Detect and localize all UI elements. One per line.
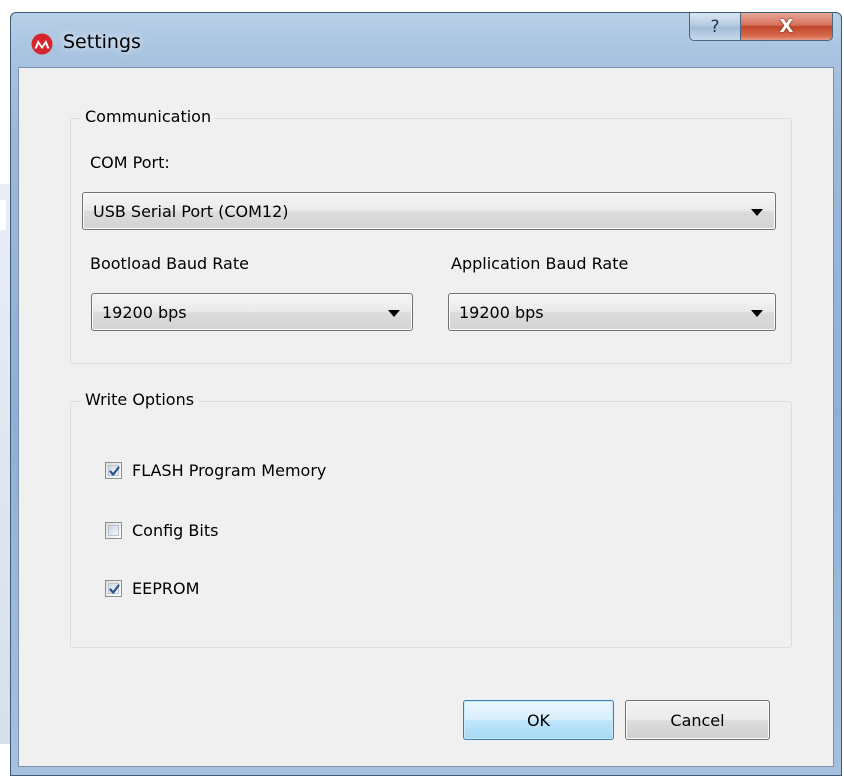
cancel-button[interactable]: Cancel <box>625 700 770 740</box>
eeprom-checkbox[interactable]: EEPROM <box>105 576 199 600</box>
config-bits-checkbox[interactable]: Config Bits <box>105 518 218 542</box>
help-button[interactable]: ? <box>689 13 741 41</box>
background-window-edge <box>0 184 10 744</box>
dialog-client-area: Communication COM Port: USB Serial Port … <box>18 67 834 767</box>
settings-dialog: Settings ? X Communication COM Port: USB… <box>10 12 842 776</box>
bootload-baud-label: Bootload Baud Rate <box>90 254 249 273</box>
com-port-label: COM Port: <box>90 153 170 172</box>
title-bar[interactable]: Settings ? X <box>11 13 841 67</box>
chevron-down-icon <box>751 310 763 317</box>
checkbox-checked-icon <box>105 579 122 597</box>
eeprom-label: EEPROM <box>132 578 200 598</box>
communication-group-label: Communication <box>81 107 216 126</box>
chevron-down-icon <box>388 310 400 317</box>
desktop-background <box>0 0 10 778</box>
bootload-baud-value: 19200 bps <box>102 303 187 322</box>
com-port-select[interactable]: USB Serial Port (COM12) <box>82 192 776 230</box>
checkbox-unchecked-icon <box>105 521 122 539</box>
application-baud-select[interactable]: 19200 bps <box>448 293 776 331</box>
checkbox-checked-icon <box>105 461 122 479</box>
window-title: Settings <box>63 31 141 53</box>
microchip-logo-icon <box>31 33 53 55</box>
flash-program-memory-label: FLASH Program Memory <box>132 460 327 480</box>
bootload-baud-select[interactable]: 19200 bps <box>91 293 413 331</box>
application-baud-label: Application Baud Rate <box>451 254 629 273</box>
flash-program-memory-checkbox[interactable]: FLASH Program Memory <box>105 458 326 482</box>
chevron-down-icon <box>751 209 763 216</box>
config-bits-label: Config Bits <box>132 520 219 540</box>
ok-button[interactable]: OK <box>463 700 614 740</box>
close-button[interactable]: X <box>741 13 833 41</box>
background-mark <box>0 200 6 230</box>
com-port-value: USB Serial Port (COM12) <box>93 202 289 221</box>
write-options-group-label: Write Options <box>81 390 199 409</box>
title-buttons: ? X <box>689 13 833 43</box>
application-baud-value: 19200 bps <box>459 303 544 322</box>
